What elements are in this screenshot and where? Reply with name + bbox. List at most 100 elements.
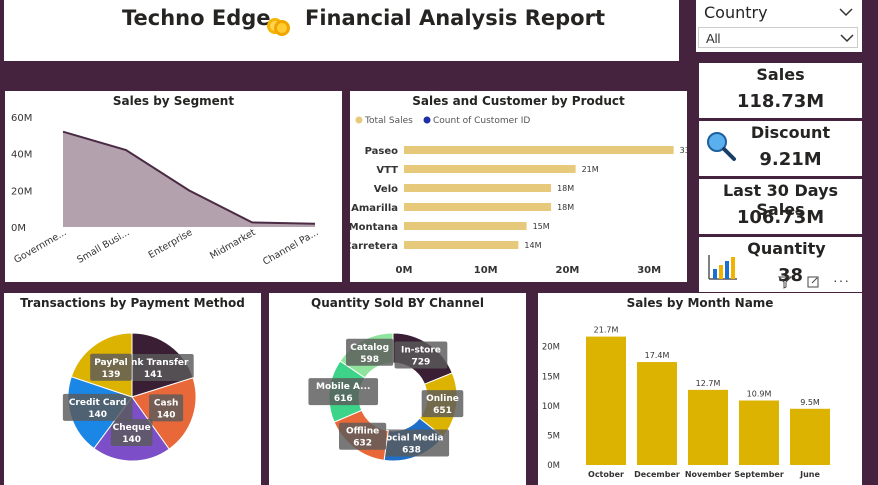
data-label-value: 141 — [144, 370, 163, 380]
data-label: 12.7M — [696, 379, 721, 388]
legend-dot-customer-count — [423, 116, 431, 124]
slicer-value: All — [706, 31, 721, 46]
data-label: 18M — [557, 184, 574, 193]
data-label-category: PayPal — [94, 358, 128, 368]
focus-mode-icon[interactable] — [806, 275, 820, 289]
kpi-quantity-card: Quantity 38 ··· — [699, 237, 862, 292]
header-panel: Techno Edge Financial Analysis Report — [4, 0, 679, 61]
y-tick-label: 20M — [542, 343, 560, 353]
month-chart-panel: Sales by Month Name 0M 5M 10M 15M 20M 21.7M Oc… — [538, 293, 862, 485]
product-bar-chart: Total Sales Count of Customer ID Paseo 33M V… — [350, 116, 687, 276]
more-options-icon[interactable]: ··· — [833, 272, 850, 288]
y-tick-label: 0M — [11, 223, 26, 234]
report-title-left: Techno Edge — [122, 6, 271, 30]
chevron-down-icon — [840, 34, 854, 43]
data-label-category: Catalog — [350, 343, 389, 353]
x-tick-label: October — [588, 470, 624, 479]
x-tick-label: Small Busi... — [75, 227, 131, 266]
kpi-value: 106.73M — [736, 207, 825, 228]
data-label-value: 616 — [334, 394, 353, 404]
x-tick-label: 30M — [637, 265, 661, 276]
x-tick-label: 0M — [396, 265, 413, 276]
segment-chart-panel: Sales by Segment 0M 20M 40M 60M Governme... S… — [5, 91, 342, 282]
data-label-value: 638 — [402, 445, 421, 455]
y-category-label: VTT — [376, 165, 398, 176]
payment-pie-chart: Bank Transfer141Cash140Cheque140Credit C… — [62, 332, 197, 462]
y-category-label: Montana — [350, 222, 398, 233]
x-tick-label: November — [685, 470, 731, 479]
data-label: 10.9M — [747, 390, 772, 399]
kpi-label: Sales — [756, 65, 805, 84]
legend-dot-total-sales — [355, 116, 363, 124]
chevron-down-icon[interactable] — [838, 6, 854, 18]
y-tick-label: 10M — [542, 402, 560, 412]
channel-donut-chart: In-store 729 Online 651 Social Media 638 Offli… — [308, 332, 464, 462]
data-label-value: 139 — [102, 370, 121, 380]
bar — [404, 222, 527, 230]
legend-label: Total Sales — [364, 116, 413, 126]
data-label-category: Credit Card — [69, 398, 127, 408]
y-category-label: Paseo — [365, 146, 399, 157]
data-label: 33M — [680, 146, 687, 155]
data-label: 15M — [533, 222, 550, 231]
report-title-right: Financial Analysis Report — [305, 6, 605, 30]
area-fill — [63, 131, 315, 227]
bar — [790, 408, 830, 465]
data-label-value: 651 — [433, 406, 452, 416]
data-label-value: 598 — [360, 355, 379, 365]
data-label-category: Offline — [346, 427, 379, 437]
y-category-label: Amarilla — [351, 203, 398, 214]
x-tick-label: 10M — [474, 265, 498, 276]
data-label-value: 729 — [412, 358, 431, 368]
bar — [637, 362, 677, 465]
country-slicer: Country All — [696, 0, 862, 52]
y-tick-label: 60M — [11, 113, 32, 124]
y-tick-label: 15M — [542, 372, 560, 382]
y-category-label: Carretera — [350, 241, 398, 252]
channel-chart-panel: Quantity Sold BY Channel In-store 729 Onli… — [269, 293, 526, 485]
slicer-label: Country — [704, 3, 768, 22]
bar — [739, 400, 779, 465]
data-label: 18M — [557, 203, 574, 212]
data-label: 17.4M — [645, 351, 670, 360]
bar — [404, 146, 674, 154]
y-tick-label: 20M — [11, 186, 32, 197]
data-label-category: Cheque — [113, 423, 151, 433]
data-label: 21M — [582, 165, 599, 174]
x-tick-label: September — [734, 470, 784, 479]
data-label: 9.5M — [800, 398, 820, 407]
payment-chart-panel: Transactions by Payment Method Bank Tran… — [4, 293, 261, 485]
kpi-value: 118.73M — [736, 91, 825, 112]
coins-icon — [267, 18, 290, 36]
x-tick-label: Midmarket — [208, 227, 258, 262]
data-label: 21.7M — [594, 326, 619, 335]
filter-icon[interactable] — [778, 275, 792, 289]
y-tick-label: 40M — [11, 150, 32, 161]
kpi-label: Quantity — [747, 239, 826, 258]
legend-label: Count of Customer ID — [433, 116, 530, 126]
data-label-category: In-store — [401, 346, 441, 356]
kpi-label: Discount — [750, 123, 831, 142]
x-tick-label: 20M — [555, 265, 579, 276]
kpi-discount-card: Discount 9.21M — [699, 121, 862, 176]
data-label-category: Mobile A... — [316, 382, 370, 392]
y-tick-label: 0M — [547, 461, 560, 471]
data-label-category: Online — [426, 394, 459, 404]
slicer-dropdown[interactable]: All — [698, 27, 858, 48]
data-label-value: 140 — [157, 410, 176, 420]
data-label-value: 140 — [88, 410, 107, 420]
y-category-label: Velo — [374, 184, 398, 195]
data-label-category: Cash — [154, 398, 178, 408]
segment-area-chart: 0M20M40M60MGovernme... Small Busi... Enter… — [11, 113, 321, 268]
data-label: 14M — [524, 241, 541, 250]
data-label-value: 632 — [353, 439, 372, 449]
y-tick-label: 5M — [547, 431, 560, 441]
product-chart-panel: Sales and Customer by Product Total Sale… — [350, 91, 687, 282]
bar — [404, 184, 552, 192]
bar — [404, 165, 576, 173]
x-tick-label: June — [799, 470, 820, 479]
bar — [404, 203, 552, 211]
bar — [688, 389, 728, 465]
month-bar-chart: 0M 5M 10M 15M 20M 21.7M October 17.4M December 12… — [542, 326, 830, 479]
x-tick-label: December — [634, 470, 680, 479]
